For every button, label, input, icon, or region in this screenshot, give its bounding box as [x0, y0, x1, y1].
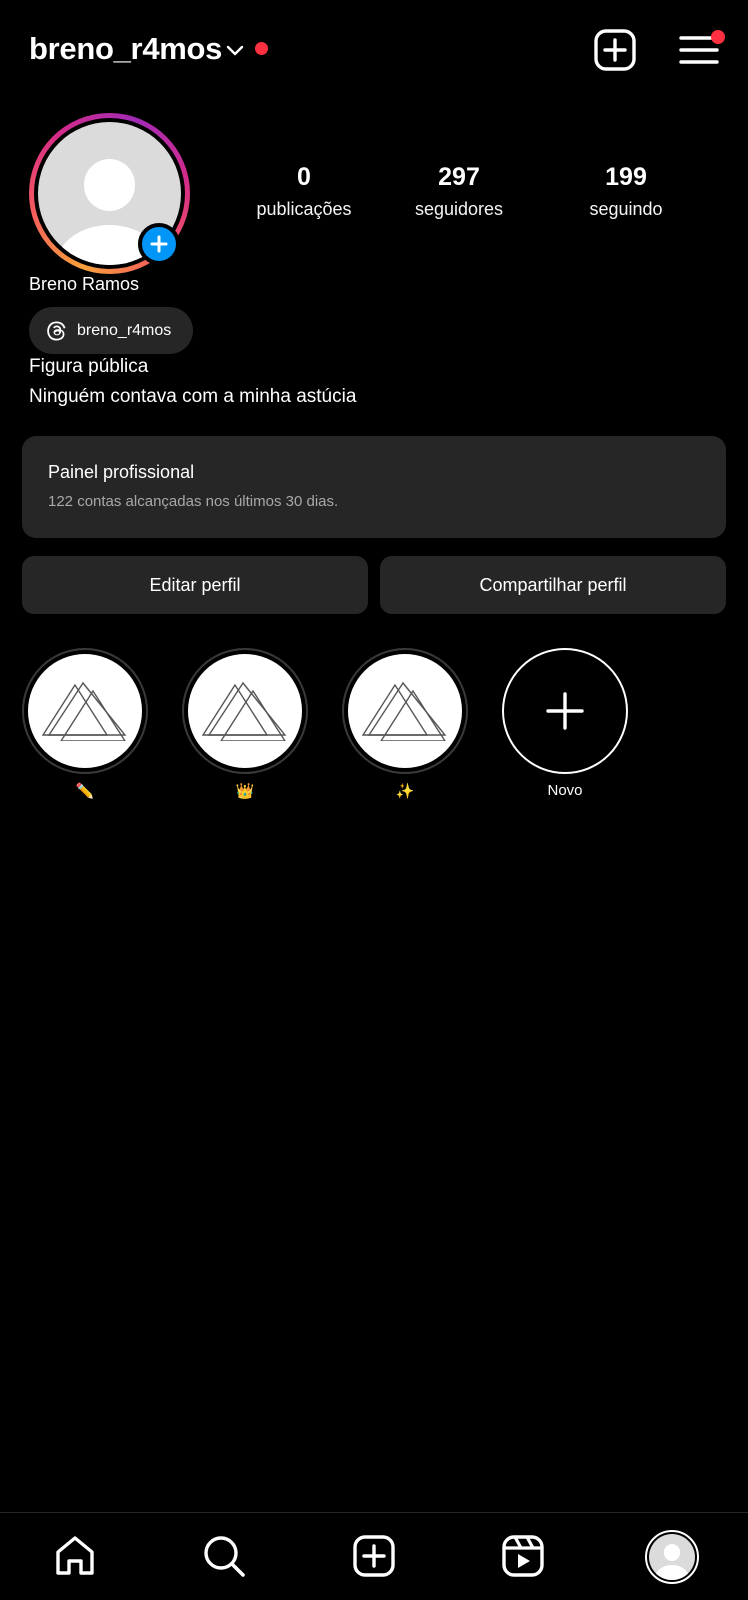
stat-posts-label: publicações: [256, 199, 352, 219]
highlight-label: ✨: [395, 783, 415, 800]
triangle-logo-icon: [201, 681, 287, 741]
edit-profile-button[interactable]: Editar perfil: [22, 556, 368, 614]
share-profile-button[interactable]: Compartilhar perfil: [380, 556, 726, 614]
triangle-logo-icon: [41, 681, 127, 741]
avatar-head: [663, 1544, 681, 1561]
nav-home[interactable]: [50, 1531, 100, 1581]
highlight-item[interactable]: 👑: [181, 648, 309, 800]
menu-button[interactable]: [679, 30, 725, 70]
new-highlight-button[interactable]: Novo: [501, 648, 629, 799]
highlight-item[interactable]: ✏️: [21, 648, 149, 800]
plus-icon: [546, 692, 584, 730]
menu-notification-dot: [711, 30, 725, 44]
stat-following-label: seguindo: [589, 199, 663, 219]
username-switcher[interactable]: breno_r4mos: [29, 31, 222, 67]
profile-bio: Ninguém contava com a minha astúcia: [29, 386, 357, 407]
highlight-label: ✏️: [75, 783, 95, 800]
create-icon: [353, 1535, 395, 1577]
stat-following[interactable]: 199 seguindo: [551, 162, 701, 222]
home-icon: [56, 1536, 94, 1575]
highlight-ring: [22, 648, 148, 774]
stat-followers[interactable]: 297 seguidores: [384, 162, 534, 222]
highlight-ring: [182, 648, 308, 774]
new-highlight-label: Novo: [547, 782, 583, 799]
nav-reels[interactable]: [498, 1531, 548, 1581]
triangle-logo-icon: [361, 681, 447, 741]
chevron-down-icon[interactable]: [223, 38, 247, 62]
highlight-label: 👑: [235, 783, 255, 800]
profile-screen: breno_r4mos 0 publicações 297 seguidores…: [0, 0, 748, 1600]
threads-badge[interactable]: breno_r4mos: [29, 307, 193, 354]
nav-search[interactable]: [199, 1531, 249, 1581]
professional-dashboard-title: Painel profissional: [48, 462, 195, 482]
nav-profile[interactable]: [644, 1529, 700, 1585]
threads-icon: [47, 321, 66, 340]
bottom-navigation: [0, 1512, 748, 1600]
profile-category: Figura pública: [29, 356, 149, 377]
stat-posts[interactable]: 0 publicações: [229, 162, 379, 222]
avatar-body: [654, 1565, 690, 1580]
stat-following-count: 199: [605, 163, 647, 191]
nav-create[interactable]: [349, 1531, 399, 1581]
profile-avatar: [645, 1530, 699, 1584]
search-icon: [204, 1536, 245, 1577]
stat-posts-count: 0: [297, 163, 311, 191]
threads-handle: breno_r4mos: [77, 321, 172, 339]
new-highlight-ring: [502, 648, 628, 774]
top-bar: breno_r4mos: [29, 26, 725, 74]
stat-followers-label: seguidores: [414, 199, 504, 219]
highlight-cover: [28, 654, 142, 768]
avatar-placeholder-head: [83, 159, 136, 211]
plus-icon: [150, 235, 168, 253]
highlight-cover: [348, 654, 462, 768]
full-name: Breno Ramos: [29, 274, 140, 294]
new-post-icon[interactable]: [593, 28, 637, 72]
highlight-cover: [188, 654, 302, 768]
professional-dashboard[interactable]: Painel profissional 122 contas alcançada…: [22, 436, 726, 538]
profile-stats: 0 publicações 297 seguidores 199 seguind…: [229, 162, 719, 232]
reels-icon: [502, 1535, 544, 1577]
profile-avatar-image: [649, 1534, 695, 1580]
notification-dot: [255, 42, 268, 55]
highlight-item[interactable]: ✨: [341, 648, 469, 800]
highlight-ring: [342, 648, 468, 774]
add-story-button[interactable]: [138, 223, 180, 265]
professional-dashboard-subtitle: 122 contas alcançadas nos últimos 30 dia…: [48, 493, 339, 510]
stat-followers-count: 297: [438, 163, 480, 191]
